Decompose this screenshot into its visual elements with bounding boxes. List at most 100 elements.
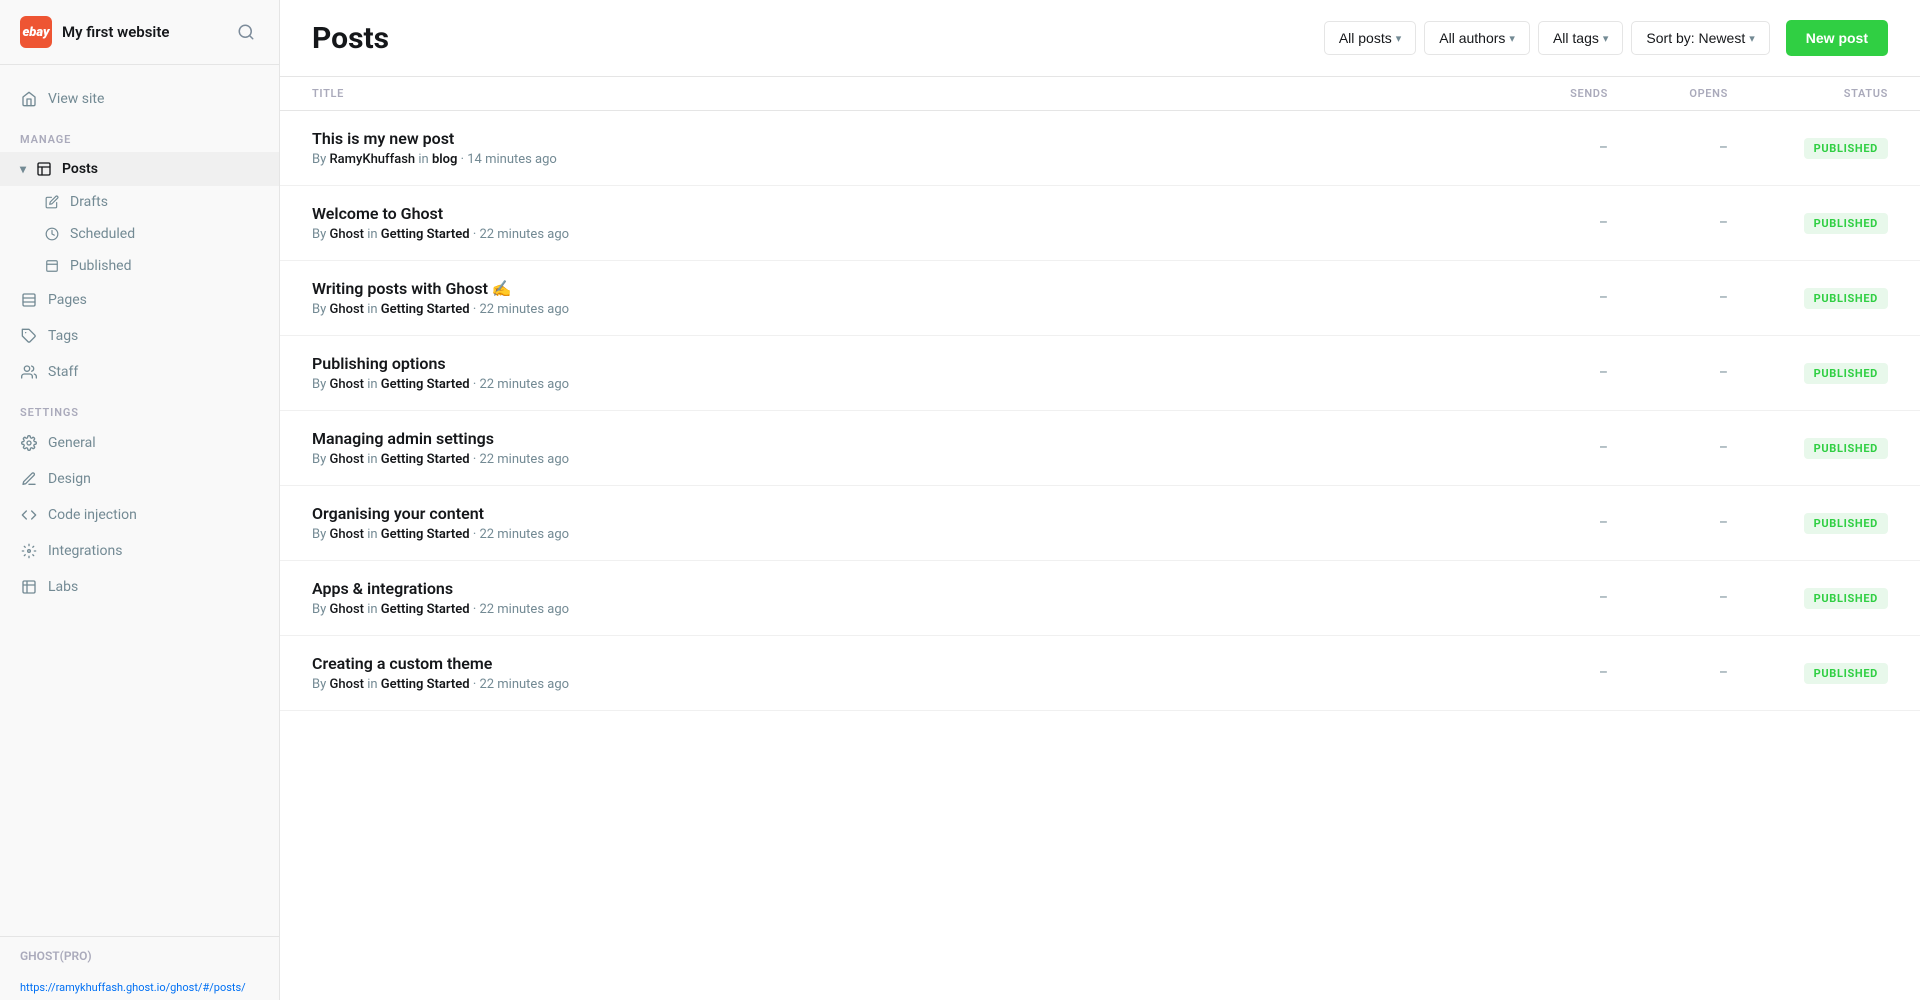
pages-icon	[20, 291, 38, 309]
post-author[interactable]: Ghost	[329, 377, 363, 392]
status-badge: PUBLISHED	[1804, 513, 1888, 534]
brand-name: My first website	[62, 23, 169, 41]
table-row[interactable]: Writing posts with Ghost ✍ By Ghost in G…	[280, 261, 1920, 336]
brand-logo: ebay	[20, 16, 52, 48]
all-posts-filter[interactable]: All posts ▾	[1324, 21, 1416, 55]
all-tags-label: All tags	[1553, 30, 1599, 46]
sidebar: ebay My first website View site MANAGE ▾	[0, 0, 280, 1000]
status-badge: PUBLISHED	[1804, 663, 1888, 684]
drafts-label: Drafts	[70, 194, 108, 210]
sidebar-item-posts[interactable]: ▾ Posts	[0, 152, 279, 186]
labs-icon	[20, 578, 38, 596]
post-sends: –	[1488, 140, 1608, 156]
post-tag[interactable]: Getting Started	[381, 302, 470, 317]
post-info: Organising your content By Ghost in Gett…	[312, 504, 1488, 542]
labs-label: Labs	[48, 579, 78, 595]
all-tags-filter[interactable]: All tags ▾	[1538, 21, 1623, 55]
post-title: Managing admin settings	[312, 429, 1488, 448]
posts-list: This is my new post By RamyKhuffash in b…	[280, 111, 1920, 711]
post-author[interactable]: Ghost	[329, 602, 363, 617]
sidebar-item-integrations[interactable]: Integrations	[0, 533, 279, 569]
integrations-icon	[20, 542, 38, 560]
post-author[interactable]: Ghost	[329, 452, 363, 467]
post-tag[interactable]: blog	[432, 152, 457, 167]
post-author[interactable]: Ghost	[329, 227, 363, 242]
manage-section-label: MANAGE	[0, 117, 279, 152]
sidebar-item-scheduled[interactable]: Scheduled	[0, 218, 279, 250]
all-authors-filter[interactable]: All authors ▾	[1424, 21, 1530, 55]
home-icon	[20, 90, 38, 108]
sort-label: Sort by: Newest	[1646, 30, 1745, 46]
post-info: This is my new post By RamyKhuffash in b…	[312, 129, 1488, 167]
gear-icon	[20, 434, 38, 452]
sidebar-item-view-site[interactable]: View site	[0, 81, 279, 117]
status-badge: PUBLISHED	[1804, 588, 1888, 609]
sidebar-item-pages[interactable]: Pages	[0, 282, 279, 318]
post-status: PUBLISHED	[1728, 362, 1888, 384]
code-icon	[20, 506, 38, 524]
sidebar-item-general[interactable]: General	[0, 425, 279, 461]
page-title: Posts	[312, 21, 389, 56]
code-injection-label: Code injection	[48, 507, 137, 523]
search-button[interactable]	[233, 19, 259, 45]
posts-subnav: Drafts Scheduled Published	[0, 186, 279, 282]
sidebar-item-published[interactable]: Published	[0, 250, 279, 282]
post-info: Writing posts with Ghost ✍ By Ghost in G…	[312, 279, 1488, 317]
post-meta: By Ghost in Getting Started · 22 minutes…	[312, 452, 1488, 467]
sidebar-item-labs[interactable]: Labs	[0, 569, 279, 605]
post-author[interactable]: Ghost	[329, 677, 363, 692]
settings-section-label: SETTINGS	[0, 390, 279, 425]
post-author[interactable]: Ghost	[329, 302, 363, 317]
col-sends: SENDS	[1488, 87, 1608, 100]
sidebar-item-drafts[interactable]: Drafts	[0, 186, 279, 218]
table-row[interactable]: Publishing options By Ghost in Getting S…	[280, 336, 1920, 411]
main-content: Posts All posts ▾ All authors ▾ All tags…	[280, 0, 1920, 1000]
status-badge: PUBLISHED	[1804, 288, 1888, 309]
chevron-down-icon: ▾	[1509, 32, 1515, 45]
post-title: Welcome to Ghost	[312, 204, 1488, 223]
post-status: PUBLISHED	[1728, 137, 1888, 159]
published-label: Published	[70, 258, 131, 274]
posts-table: TITLE SENDS OPENS STATUS This is my new …	[280, 77, 1920, 1000]
chevron-down-icon: ▾	[1396, 32, 1402, 45]
brand: ebay My first website	[20, 16, 169, 48]
post-author[interactable]: Ghost	[329, 527, 363, 542]
post-sends: –	[1488, 440, 1608, 456]
post-sends: –	[1488, 590, 1608, 606]
table-row[interactable]: This is my new post By RamyKhuffash in b…	[280, 111, 1920, 186]
table-row[interactable]: Organising your content By Ghost in Gett…	[280, 486, 1920, 561]
posts-icon	[36, 161, 52, 177]
sidebar-item-design[interactable]: Design	[0, 461, 279, 497]
sidebar-header: ebay My first website	[0, 0, 279, 65]
post-status: PUBLISHED	[1728, 437, 1888, 459]
status-badge: PUBLISHED	[1804, 213, 1888, 234]
table-row[interactable]: Managing admin settings By Ghost in Gett…	[280, 411, 1920, 486]
post-status: PUBLISHED	[1728, 512, 1888, 534]
post-tag[interactable]: Getting Started	[381, 377, 470, 392]
staff-icon	[20, 363, 38, 381]
sidebar-footer: GHOST(PRO)	[0, 936, 279, 975]
post-author[interactable]: RamyKhuffash	[329, 152, 415, 167]
post-info: Publishing options By Ghost in Getting S…	[312, 354, 1488, 392]
general-label: General	[48, 435, 96, 451]
sidebar-item-staff[interactable]: Staff	[0, 354, 279, 390]
tags-label: Tags	[48, 328, 78, 344]
table-row[interactable]: Apps & integrations By Ghost in Getting …	[280, 561, 1920, 636]
post-tag[interactable]: Getting Started	[381, 602, 470, 617]
post-title: This is my new post	[312, 129, 1488, 148]
post-meta: By Ghost in Getting Started · 22 minutes…	[312, 527, 1488, 542]
post-tag[interactable]: Getting Started	[381, 677, 470, 692]
sidebar-item-tags[interactable]: Tags	[0, 318, 279, 354]
post-tag[interactable]: Getting Started	[381, 227, 470, 242]
post-tag[interactable]: Getting Started	[381, 527, 470, 542]
status-badge: PUBLISHED	[1804, 138, 1888, 159]
scheduled-label: Scheduled	[70, 226, 135, 242]
sidebar-item-code-injection[interactable]: Code injection	[0, 497, 279, 533]
sort-filter[interactable]: Sort by: Newest ▾	[1631, 21, 1769, 55]
table-row[interactable]: Creating a custom theme By Ghost in Gett…	[280, 636, 1920, 711]
post-tag[interactable]: Getting Started	[381, 452, 470, 467]
new-post-button[interactable]: New post	[1786, 20, 1888, 56]
post-opens: –	[1608, 440, 1728, 456]
search-icon	[237, 23, 255, 41]
table-row[interactable]: Welcome to Ghost By Ghost in Getting Sta…	[280, 186, 1920, 261]
